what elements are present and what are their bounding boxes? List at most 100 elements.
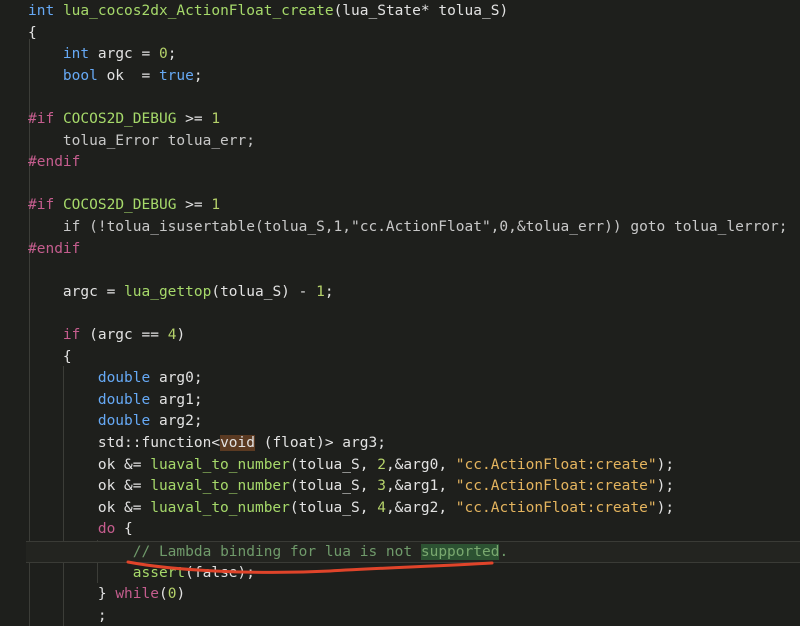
code-token: ,&arg0, <box>385 456 456 473</box>
code-token: >= <box>176 197 212 214</box>
code-token: 4 <box>377 499 386 516</box>
code-token: "cc.ActionFloat:create" <box>455 478 657 495</box>
code-token: double <box>97 370 151 387</box>
code-token: { <box>115 521 133 538</box>
code-line: #if COCOS2D_DEBUG >= 1 <box>28 109 220 131</box>
code-token: void <box>220 435 255 451</box>
code-token: "cc.ActionFloat:create" <box>455 456 657 473</box>
code-line: if (!tolua_isusertable(tolua_S,1,"cc.Act… <box>28 217 788 239</box>
code-token: assert <box>132 564 186 581</box>
code-token: ok &= <box>28 478 151 495</box>
code-token: 1 <box>316 283 325 300</box>
code-token: if <box>62 327 81 343</box>
code-token: #if <box>28 111 55 127</box>
code-token: "cc.ActionFloat:create" <box>455 499 657 516</box>
code-token: ok = <box>97 67 159 84</box>
code-token: arg0; <box>150 370 203 387</box>
code-line: do { <box>28 519 133 541</box>
code-token: (argc == <box>80 327 168 343</box>
code-token: tolua_Error tolua_err; <box>28 132 255 149</box>
code-token: double <box>97 413 151 430</box>
code-token: { <box>28 348 72 365</box>
code-token: } <box>28 586 116 603</box>
code-line: #endif <box>28 152 80 174</box>
code-line: { <box>28 347 72 369</box>
code-token: if (!tolua_isusertable(tolua_S,1,"cc.Act… <box>28 219 788 235</box>
code-token: ) <box>176 327 186 343</box>
code-token: luaval_to_number <box>150 478 290 495</box>
code-token: // Lambda binding for lua is not <box>132 544 421 560</box>
code-token: 3 <box>377 478 386 495</box>
code-token: lua_gettop <box>124 283 212 300</box>
code-token: * <box>420 3 439 19</box>
code-token: ); <box>656 499 675 516</box>
code-token: ; <box>324 283 334 300</box>
code-token: ; <box>193 67 203 84</box>
code-token: #endif <box>28 154 81 171</box>
code-token: ; <box>167 46 177 63</box>
code-token: true <box>158 67 194 84</box>
code-token: std::function< <box>28 435 221 451</box>
code-token: >= <box>176 111 212 127</box>
code-line: #if COCOS2D_DEBUG >= 1 <box>28 195 220 217</box>
code-token: luaval_to_number <box>150 499 290 516</box>
code-token: luaval_to_number <box>150 456 290 473</box>
code-line: argc = lua_gettop(tolua_S) - 1; <box>28 282 334 304</box>
code-line: } while(0) <box>28 584 185 606</box>
code-token: COCOS2D_DEBUG <box>62 111 177 127</box>
code-token: 0 <box>158 46 168 63</box>
code-token: 1 <box>211 111 221 127</box>
code-token: argc = <box>28 283 125 300</box>
code-token: ok &= <box>28 456 151 473</box>
code-token: while <box>115 586 159 603</box>
code-token: ok &= <box>28 499 151 516</box>
code-token: supported <box>420 544 500 560</box>
code-token: argc = <box>89 46 159 63</box>
code-line: if (argc == 4) <box>28 325 185 347</box>
code-token: arg1; <box>150 391 203 408</box>
code-line: // Lambda binding for lua is not support… <box>26 541 800 563</box>
code-token: (tolua_S) <box>211 283 299 300</box>
code-token: . <box>499 544 509 560</box>
code-token: (false); <box>185 564 255 581</box>
code-line: double arg0; <box>28 368 203 390</box>
code-line: ok &= luaval_to_number(tolua_S, 2,&arg0,… <box>28 455 674 477</box>
code-token: bool <box>62 67 98 84</box>
code-token: (float)> arg3; <box>254 435 386 451</box>
code-token: (tolua_S, <box>289 499 378 516</box>
code-token: ); <box>656 478 675 495</box>
code-token: 1 <box>211 197 221 214</box>
code-line: std::function<void (float)> arg3; <box>28 433 386 455</box>
code-line: ; <box>28 606 107 626</box>
code-token: (tolua_S, <box>289 456 378 473</box>
code-token: ); <box>656 456 675 473</box>
code-line: ok &= luaval_to_number(tolua_S, 4,&arg2,… <box>28 498 674 520</box>
code-token: - <box>298 283 317 300</box>
code-token: do <box>97 521 116 538</box>
code-token: COCOS2D_DEBUG <box>62 197 177 214</box>
code-token: arg2; <box>150 413 203 430</box>
code-line: bool ok = true; <box>28 66 203 88</box>
code-line: #endif <box>28 239 80 261</box>
code-editor[interactable]: int lua_cocos2dx_ActionFloat_create(lua_… <box>0 0 800 626</box>
code-token: double <box>97 391 151 408</box>
code-token: 2 <box>377 456 386 473</box>
code-line: { <box>28 23 37 45</box>
code-token: int <box>28 3 55 19</box>
code-token: #if <box>28 197 55 214</box>
code-token: ,&arg2, <box>385 499 456 516</box>
code-token: #endif <box>28 240 81 257</box>
code-token: int <box>62 46 90 63</box>
code-line: double arg2; <box>28 411 203 433</box>
code-token: (tolua_S, <box>289 478 378 495</box>
